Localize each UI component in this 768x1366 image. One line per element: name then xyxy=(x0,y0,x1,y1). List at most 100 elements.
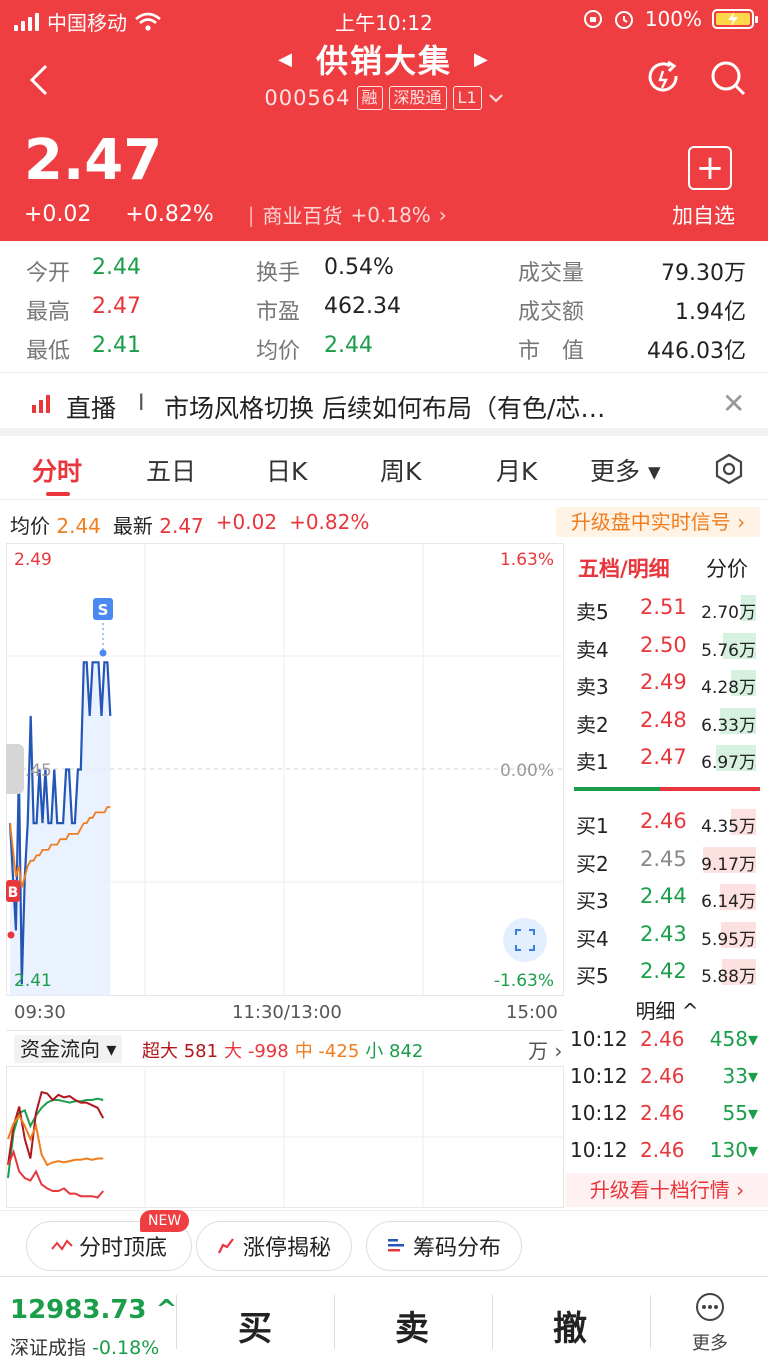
stat-label: 均价 xyxy=(256,339,301,364)
stat-value: 79.30万 xyxy=(661,261,746,286)
refresh-icon[interactable] xyxy=(644,58,684,98)
current-price: 2.47 xyxy=(24,128,163,193)
close-icon[interactable]: ✕ xyxy=(722,387,745,420)
level-name: 买2 xyxy=(576,851,609,876)
level-volume: 2.70万 xyxy=(701,603,756,623)
level-volume: 5.95万 xyxy=(701,929,756,950)
index-pct: -0.18% xyxy=(92,1337,160,1359)
level-price: 2.47 xyxy=(640,745,687,769)
upgrade-ten-level-button[interactable]: 升级看十档行情 › xyxy=(566,1173,768,1207)
level-volume: 4.28万 xyxy=(701,678,756,698)
level-name: 买4 xyxy=(576,926,609,951)
tab-underline xyxy=(46,492,70,496)
fullscreen-icon[interactable] xyxy=(503,918,547,962)
level-name: 卖2 xyxy=(576,712,609,737)
chevron-down-icon[interactable] xyxy=(488,92,504,104)
tab-intraday[interactable]: 分时 xyxy=(32,452,82,488)
level-price: 2.49 xyxy=(640,670,687,694)
flow-legend-value: -425 xyxy=(318,1041,360,1062)
price-change: +0.02 xyxy=(24,202,92,227)
detail-toggle[interactable]: 明细 ^ xyxy=(566,995,768,1024)
level-tag[interactable]: L1 xyxy=(452,86,482,110)
sell-signal-marker[interactable]: S xyxy=(93,598,113,620)
signal-dot xyxy=(99,649,107,657)
intraday-chart[interactable]: 2.492.452.411.63%0.00%-1.63%SB xyxy=(6,543,564,996)
index-value: 12983.73 ^ xyxy=(10,1295,178,1325)
sector-link[interactable]: | 商业百货 +0.18% › xyxy=(248,200,447,229)
ask-row[interactable]: 卖5 2.51 2.70万 xyxy=(566,591,768,625)
flow-legend-item: 中 -425 xyxy=(295,1037,360,1063)
x-tick: 09:30 xyxy=(14,1002,66,1023)
level-volume: 6.97万 xyxy=(701,753,756,773)
tab-weekly-k[interactable]: 周K xyxy=(380,452,421,488)
flow-legend-item: 小 842 xyxy=(365,1037,423,1063)
price-area xyxy=(10,662,111,996)
more-label: 更多 xyxy=(692,1333,728,1354)
bid-row[interactable]: 买2 2.45 9.17万 xyxy=(566,843,768,877)
flow-legend-value: 842 xyxy=(389,1041,424,1062)
plus-icon: + xyxy=(695,148,725,188)
bid-row[interactable]: 买4 2.43 5.95万 xyxy=(566,918,768,952)
chip-distribution-button[interactable]: 筹码分布 xyxy=(366,1221,522,1271)
prev-stock-icon[interactable]: ◀ xyxy=(278,49,294,70)
bid-row[interactable]: 买1 2.46 4.35万 xyxy=(566,805,768,839)
level-volume: 6.14万 xyxy=(701,892,756,912)
cancel-order-button[interactable]: 撤 xyxy=(520,1301,620,1350)
fund-flow-unit[interactable]: 万 › xyxy=(528,1035,562,1064)
bid-row[interactable]: 买3 2.44 6.14万 xyxy=(566,880,768,914)
level-price: 2.50 xyxy=(640,632,687,657)
sell-signal-label: S xyxy=(98,601,109,619)
tab-order-book[interactable]: 五档/明细 xyxy=(578,553,670,583)
level-volume: 6.33万 xyxy=(701,715,756,736)
ask-row[interactable]: 卖4 2.50 5.76万 xyxy=(566,629,768,663)
live-title[interactable]: 市场风格切换 后续如何布局（有色/芯… xyxy=(164,389,694,425)
stat-value: 0.54% xyxy=(324,255,394,280)
fund-flow-chart[interactable] xyxy=(6,1066,564,1208)
trade-volume: 55▾ xyxy=(722,1101,759,1125)
limit-up-icon xyxy=(218,1238,234,1254)
info-change: +0.02 xyxy=(215,510,278,534)
search-icon[interactable] xyxy=(708,58,748,98)
stat-label: 换手 xyxy=(256,261,301,286)
tab-price-volume[interactable]: 分价 xyxy=(706,553,748,583)
tab-monthly-k[interactable]: 月K xyxy=(496,452,537,488)
sell-button[interactable]: 卖 xyxy=(362,1301,462,1350)
add-watchlist-button[interactable]: + xyxy=(688,146,732,190)
fund-flow-legend: 超大 581 大 -998 中 -425 小 842 xyxy=(142,1037,423,1063)
ask-row[interactable]: 卖3 2.49 4.28万 xyxy=(566,666,768,700)
tab-more[interactable]: 更多 ▾ xyxy=(590,452,661,488)
ask-row[interactable]: 卖1 2.47 6.97万 xyxy=(566,741,768,775)
buy-signal-marker[interactable]: B xyxy=(6,880,20,902)
more-button[interactable]: 更多 xyxy=(680,1291,740,1355)
limit-up-button[interactable]: 涨停揭秘 xyxy=(196,1221,352,1271)
fund-flow-select[interactable]: 资金流向 ▾ xyxy=(14,1035,123,1063)
level-price: 2.44 xyxy=(640,884,687,908)
trade-time: 10:12 xyxy=(570,1101,628,1125)
divider: | xyxy=(247,202,255,227)
next-stock-icon[interactable]: ▶ xyxy=(474,49,490,70)
live-banner[interactable]: 直播 I 市场风格切换 后续如何布局（有色/芯… ✕ xyxy=(0,372,768,436)
level-volume: 9.17万 xyxy=(701,854,756,875)
price-change-row: +0.02 +0.82% | 商业百货 +0.18% › xyxy=(24,200,447,229)
chart-drag-handle[interactable] xyxy=(6,744,24,794)
quote-stats: 今开 2.44 换手 0.54% 成交量 79.30万 最高 2.47 市盈 462.34 成交额 1… xyxy=(0,241,768,369)
stat-value: 2.44 xyxy=(92,255,141,280)
upgrade-signal-button[interactable]: 升级盘中实时信号 › xyxy=(556,507,760,537)
buy-button[interactable]: 买 xyxy=(205,1301,305,1350)
tab-five-day[interactable]: 五日 xyxy=(146,452,196,488)
level-name: 卖4 xyxy=(576,637,609,662)
status-bar: 中国移动 上午10:12 100% xyxy=(0,0,768,38)
bid-row[interactable]: 买5 2.42 5.88万 xyxy=(566,955,768,989)
settings-icon[interactable] xyxy=(712,452,746,486)
ask-row[interactable]: 卖2 2.48 6.33万 xyxy=(566,704,768,738)
add-watchlist-label[interactable]: 加自选 xyxy=(672,200,735,230)
tab-daily-k[interactable]: 日K xyxy=(266,452,307,488)
level-name: 卖1 xyxy=(576,750,609,774)
trade-price: 2.46 xyxy=(640,1064,685,1088)
tool-label: 筹码分布 xyxy=(412,1236,501,1261)
pct-label-top: 1.63% xyxy=(500,550,554,570)
flow-legend-value: -998 xyxy=(247,1041,289,1062)
divider xyxy=(334,1295,335,1349)
stat-label: 市 值 xyxy=(518,339,585,364)
chart-tabs: 分时 五日 日K 周K 月K 更多 ▾ xyxy=(0,440,768,500)
